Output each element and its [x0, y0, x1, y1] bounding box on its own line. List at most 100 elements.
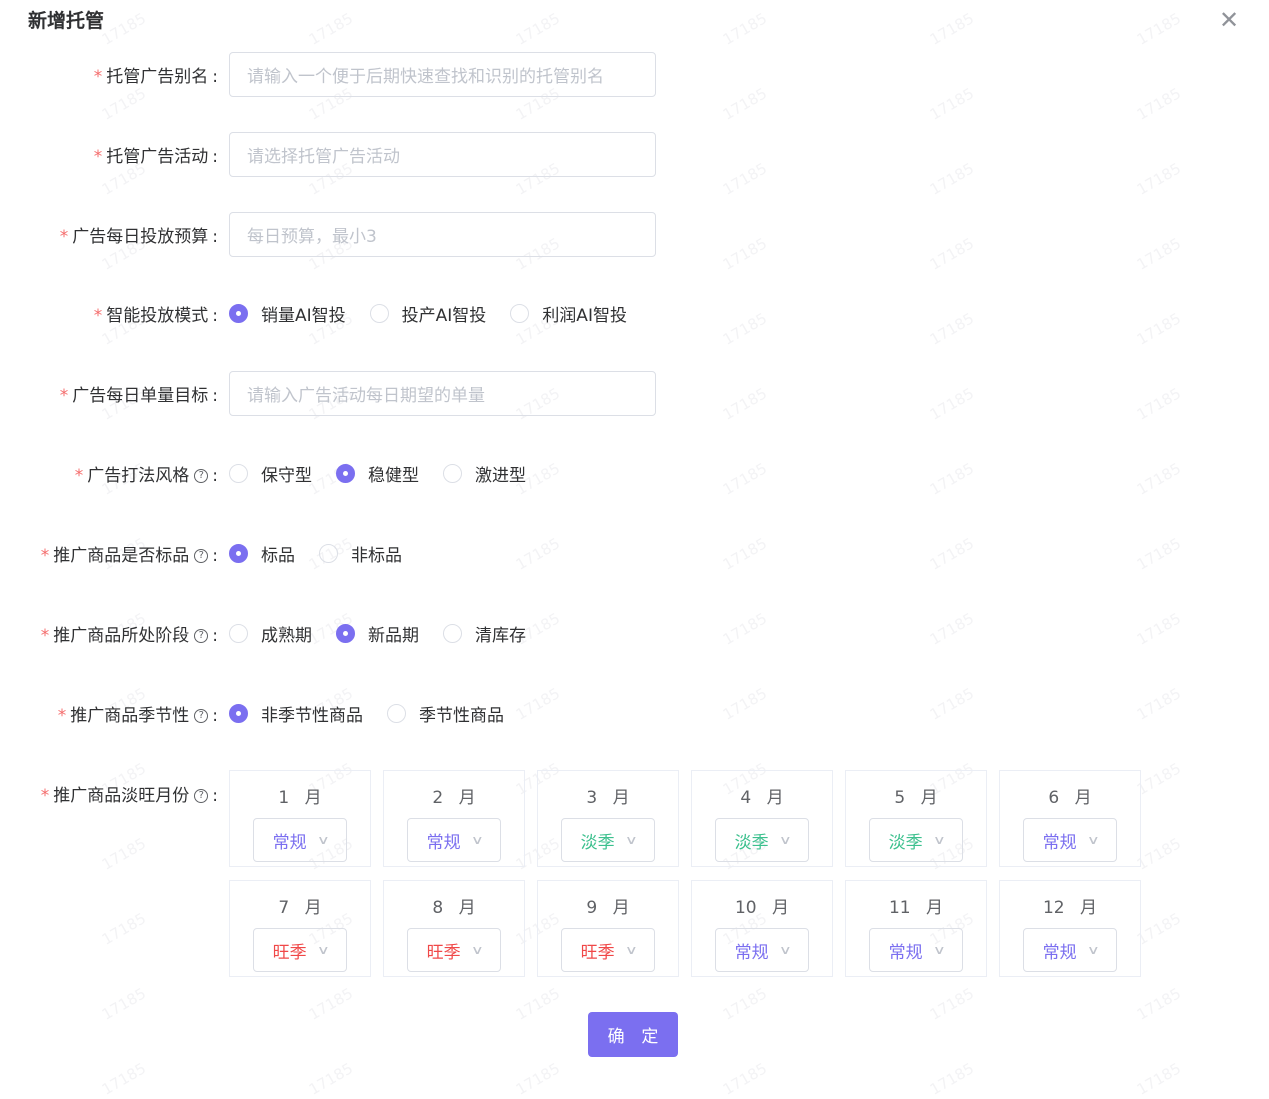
radio-label: 激进型 [475, 461, 526, 486]
month-label: 10 月 [735, 893, 789, 918]
field-label: *广告每日投放预算: [0, 222, 222, 247]
chevron-down-icon: ∨ [932, 833, 945, 847]
radio-icon[interactable] [387, 704, 406, 723]
season-select[interactable]: 旺季∨ [561, 928, 655, 972]
field-label: *推广商品是否标品?: [0, 541, 222, 566]
chevron-down-icon: ∨ [778, 833, 791, 847]
colon: : [212, 466, 218, 486]
label-text: 广告每日投放预算 [72, 227, 208, 247]
season-select[interactable]: 常规∨ [869, 928, 963, 972]
month-label: 2 月 [432, 783, 475, 808]
field-label: *广告打法风格?: [0, 461, 222, 486]
form-row-stage: *推广商品所处阶段?:成熟期新品期清库存 [0, 610, 550, 656]
radio-option[interactable]: 稳健型 [336, 461, 419, 486]
radio-option[interactable]: 新品期 [336, 621, 419, 646]
month-card: 1 月常规∨ [229, 770, 371, 867]
alias-input[interactable]: 请输入一个便于后期快速查找和识别的托管别名 [229, 52, 656, 97]
colon: : [212, 546, 218, 566]
month-card: 10 月常规∨ [691, 880, 833, 977]
chevron-down-icon: ∨ [470, 943, 483, 957]
radio-icon[interactable] [443, 624, 462, 643]
required-mark: * [41, 626, 50, 646]
form-row-mode: *智能投放模式:销量AI智投投产AI智投利润AI智投 [0, 290, 651, 336]
colon: : [212, 626, 218, 646]
season-select[interactable]: 旺季∨ [253, 928, 347, 972]
radio-option[interactable]: 利润AI智投 [510, 301, 627, 326]
help-icon[interactable]: ? [194, 549, 208, 563]
month-label: 5 月 [894, 783, 937, 808]
field-label: *广告每日单量目标: [0, 381, 222, 406]
radio-icon[interactable] [336, 624, 355, 643]
chevron-down-icon: ∨ [316, 833, 329, 847]
month-label: 4 月 [740, 783, 783, 808]
close-icon[interactable]: ✕ [1219, 6, 1239, 34]
required-mark: * [94, 67, 103, 87]
radio-icon[interactable] [319, 544, 338, 563]
confirm-button[interactable]: 确 定 [588, 1012, 678, 1057]
radio-label: 销量AI智投 [261, 301, 346, 326]
label-text: 托管广告别名 [106, 67, 208, 87]
radio-label: 非季节性商品 [261, 701, 363, 726]
form-row-style: *广告打法风格?: 保守型稳健型 激进型 [0, 450, 550, 496]
colon: : [212, 227, 218, 247]
style-radio-group: 保守型稳健型 激进型 [229, 461, 550, 486]
radio-icon[interactable] [229, 544, 248, 563]
form-row-seasonal: *推广商品季节性?:非季节性商品季节性商品 [0, 690, 528, 736]
help-icon[interactable]: ? [194, 709, 208, 723]
radio-option[interactable]: 非标品 [319, 541, 402, 566]
label-text: 智能投放模式 [106, 306, 208, 326]
season-select[interactable]: 常规∨ [1023, 928, 1117, 972]
radio-option[interactable]: 保守型 [229, 461, 312, 486]
season-select[interactable]: 旺季∨ [407, 928, 501, 972]
season-value: 常规 [1043, 938, 1077, 963]
radio-label: 非标品 [351, 541, 402, 566]
radio-option[interactable]: 季节性商品 [387, 701, 504, 726]
form-row-standard: *推广商品是否标品?: 标品 非标品 [0, 530, 426, 576]
radio-label: 标品 [261, 541, 295, 566]
radio-option[interactable]: 成熟期 [229, 621, 312, 646]
radio-icon[interactable] [510, 304, 529, 323]
campaign-input[interactable]: 请选择托管广告活动 [229, 132, 656, 177]
radio-option[interactable]: 非季节性商品 [229, 701, 363, 726]
help-icon[interactable]: ? [194, 629, 208, 643]
radio-option[interactable]: 激进型 [443, 461, 526, 486]
field-label: *推广商品淡旺月份?: [0, 781, 222, 806]
orders-input[interactable]: 请输入广告活动每日期望的单量 [229, 371, 656, 416]
season-select[interactable]: 常规∨ [253, 818, 347, 862]
colon: : [212, 306, 218, 326]
help-icon[interactable]: ? [194, 789, 208, 803]
month-card: 2 月常规∨ [383, 770, 525, 867]
month-label: 9 月 [586, 893, 629, 918]
stage-radio-group: 成熟期 新品期清库存 [229, 621, 550, 646]
radio-option[interactable]: 标品 [229, 541, 295, 566]
required-mark: * [60, 386, 69, 406]
radio-label: 新品期 [368, 621, 419, 646]
label-text: 广告打法风格 [87, 466, 189, 486]
season-value: 常规 [735, 938, 769, 963]
season-select[interactable]: 淡季∨ [561, 818, 655, 862]
form-row-alias: *托管广告别名: [0, 51, 222, 97]
season-value: 常规 [427, 828, 461, 853]
budget-input[interactable]: 每日预算，最小3 [229, 212, 656, 257]
required-mark: * [58, 706, 67, 726]
colon: : [212, 386, 218, 406]
season-select[interactable]: 淡季∨ [869, 818, 963, 862]
radio-icon[interactable] [229, 624, 248, 643]
radio-icon[interactable] [443, 464, 462, 483]
season-select[interactable]: 常规∨ [715, 928, 809, 972]
chevron-down-icon: ∨ [932, 943, 945, 957]
colon: : [212, 786, 218, 806]
month-card: 4 月淡季∨ [691, 770, 833, 867]
season-select[interactable]: 淡季∨ [715, 818, 809, 862]
season-select[interactable]: 常规∨ [407, 818, 501, 862]
season-select[interactable]: 常规∨ [1023, 818, 1117, 862]
help-icon[interactable]: ? [194, 469, 208, 483]
radio-icon[interactable] [336, 464, 355, 483]
radio-icon[interactable] [229, 304, 248, 323]
radio-option[interactable]: 销量AI智投 [229, 301, 346, 326]
radio-option[interactable]: 清库存 [443, 621, 526, 646]
radio-icon[interactable] [229, 704, 248, 723]
radio-icon[interactable] [229, 464, 248, 483]
radio-option[interactable]: 投产AI智投 [370, 301, 487, 326]
radio-icon[interactable] [370, 304, 389, 323]
